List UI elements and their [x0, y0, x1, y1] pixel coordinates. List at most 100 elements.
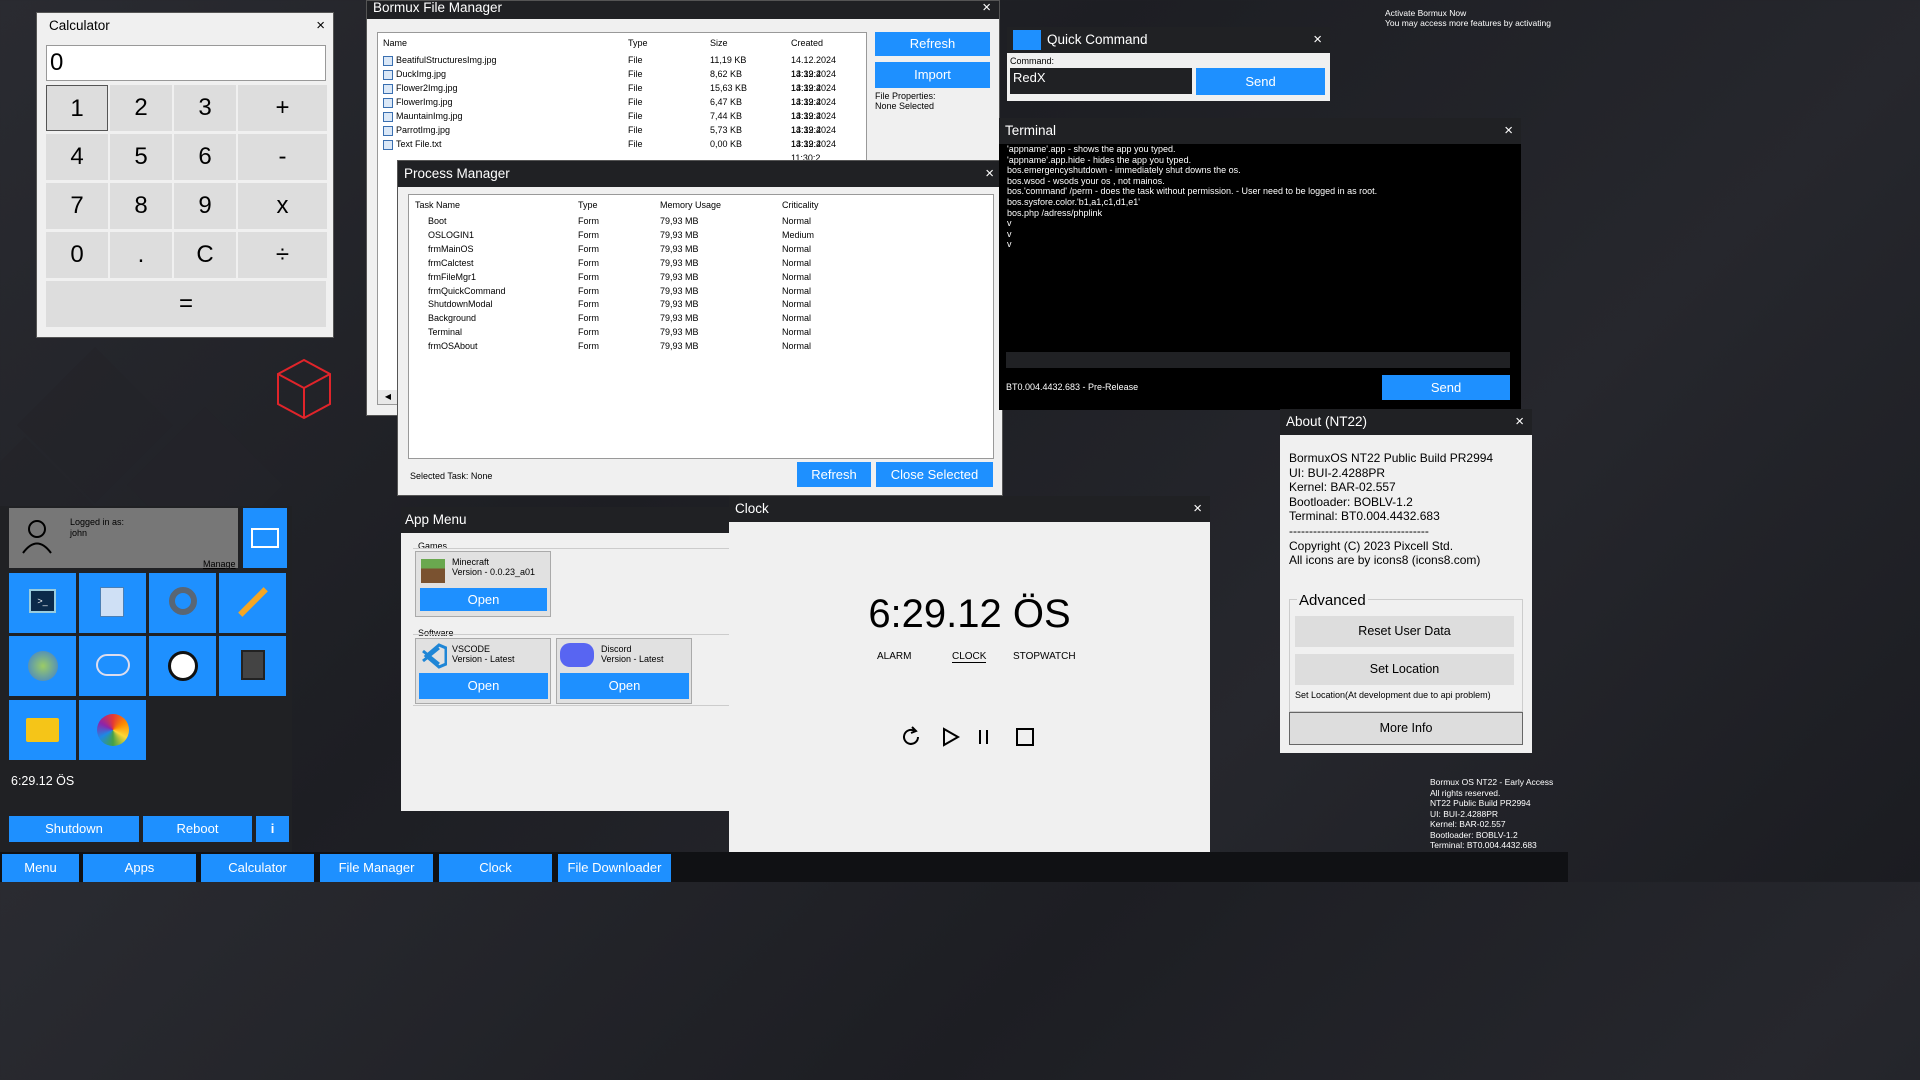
close-icon[interactable]: × [985, 161, 994, 187]
process-name[interactable]: ShutdownModal [428, 297, 493, 311]
calculator-display[interactable]: 0 [46, 45, 326, 81]
process-name[interactable]: frmOSAbout [428, 339, 478, 353]
column-header-size[interactable]: Size [710, 38, 728, 48]
close-icon[interactable]: × [1515, 409, 1524, 435]
clock-tile[interactable] [149, 636, 216, 696]
user-panel[interactable]: Logged in as: john Manage [9, 508, 238, 569]
calc-key[interactable]: 6 [174, 134, 236, 180]
close-selected-button[interactable]: Close Selected [876, 462, 993, 487]
play-icon[interactable] [941, 727, 961, 747]
calc-key[interactable]: 0 [46, 232, 108, 278]
column-header-task-name[interactable]: Task Name [415, 200, 460, 210]
terminal-tile[interactable]: >_ [9, 573, 76, 633]
file-row-name[interactable]: FlowerImg.jpg [383, 95, 453, 109]
taskbar-button[interactable]: File Manager [320, 854, 433, 882]
set-location-button[interactable]: Set Location [1295, 654, 1514, 685]
taskbar-button[interactable]: File Downloader [558, 854, 671, 882]
import-button[interactable]: Import [875, 62, 990, 88]
manage-link[interactable]: Manage [203, 559, 236, 569]
open-vscode-button[interactable]: Open [419, 673, 548, 699]
process-name[interactable]: Background [428, 311, 476, 325]
process-name[interactable]: frmCalctest [428, 256, 474, 270]
reset-icon[interactable] [900, 726, 922, 748]
calc-key[interactable]: ÷ [238, 232, 327, 278]
settings-tile[interactable] [149, 573, 216, 633]
color-picker-tile[interactable] [79, 700, 146, 760]
terminal-input[interactable] [1006, 352, 1510, 368]
command-input[interactable]: RedX [1010, 68, 1192, 94]
close-icon[interactable]: × [316, 13, 325, 39]
process-name[interactable]: Terminal [428, 325, 462, 339]
column-header-criticality[interactable]: Criticality [782, 200, 819, 210]
info-button[interactable]: i [256, 816, 289, 842]
column-header-type[interactable]: Type [578, 200, 598, 210]
games-label: Games [418, 541, 448, 551]
file-row-name[interactable]: ParrotImg.jpg [383, 123, 450, 137]
calc-key[interactable]: x [238, 183, 327, 229]
calc-key[interactable]: + [238, 85, 327, 131]
process-name[interactable]: frmQuickCommand [428, 284, 506, 298]
calc-key[interactable]: 4 [46, 134, 108, 180]
list-view-tile[interactable] [243, 508, 287, 568]
shutdown-button[interactable]: Shutdown [9, 816, 139, 842]
calc-key[interactable]: C [174, 232, 236, 278]
column-header-type[interactable]: Type [628, 38, 648, 48]
taskbar-button[interactable]: Clock [439, 854, 552, 882]
about-line: Bootloader: BOBLV-1.2 [1289, 494, 1413, 509]
alarm-tab[interactable]: ALARM [877, 651, 911, 662]
taskbar-button[interactable]: Menu [2, 854, 79, 882]
column-header-name[interactable]: Name [383, 38, 407, 48]
calc-key[interactable]: 9 [174, 183, 236, 229]
calc-key[interactable]: 7 [46, 183, 108, 229]
close-icon[interactable]: × [1193, 496, 1202, 522]
notepad-tile[interactable] [79, 573, 146, 633]
file-row-name[interactable]: Text File.txt [383, 137, 442, 151]
calc-key[interactable]: 2 [110, 85, 172, 131]
column-header-memory[interactable]: Memory Usage [660, 200, 721, 210]
refresh-button[interactable]: Refresh [875, 32, 990, 56]
stop-icon[interactable] [1015, 727, 1035, 747]
more-info-button[interactable]: More Info [1289, 712, 1523, 745]
close-icon[interactable]: × [1504, 118, 1513, 144]
send-button[interactable]: Send [1382, 375, 1510, 400]
column-header-created[interactable]: Created [791, 38, 823, 48]
scroll-left-button[interactable]: ◀ [378, 390, 398, 404]
paint-tile[interactable] [219, 573, 286, 633]
process-name[interactable]: frmMainOS [428, 242, 474, 256]
pause-icon[interactable] [974, 727, 994, 747]
taskbar-button[interactable]: Calculator [201, 854, 314, 882]
logged-in-label: Logged in as: [70, 517, 125, 527]
file-row-name[interactable]: DuckImg.jpg [383, 67, 446, 81]
calc-key[interactable]: 1 [46, 85, 108, 131]
calc-key[interactable]: = [46, 281, 326, 327]
file-manager-tile[interactable] [9, 700, 76, 760]
process-list[interactable]: Task Name Type Memory Usage Criticality … [408, 194, 994, 459]
calculator-tile[interactable] [219, 636, 286, 696]
calc-key[interactable]: . [110, 232, 172, 278]
calc-key[interactable]: 3 [174, 85, 236, 131]
stopwatch-tab[interactable]: STOPWATCH [1013, 651, 1076, 662]
process-name[interactable]: frmFileMgr1 [428, 270, 476, 284]
close-icon[interactable]: × [1313, 27, 1322, 53]
file-row-name[interactable]: BeatifulStructuresImg.jpg [383, 53, 497, 67]
downloader-tile[interactable] [79, 636, 146, 696]
refresh-button[interactable]: Refresh [797, 462, 871, 487]
taskbar-button[interactable]: Apps [83, 854, 196, 882]
clock-tab[interactable]: CLOCK [952, 651, 987, 663]
process-name[interactable]: OSLOGIN1 [428, 228, 474, 242]
calc-key[interactable]: 5 [110, 134, 172, 180]
browser-tile[interactable] [9, 636, 76, 696]
open-discord-button[interactable]: Open [560, 673, 689, 699]
process-name[interactable]: Boot [428, 214, 447, 228]
reboot-button[interactable]: Reboot [143, 816, 252, 842]
open-minecraft-button[interactable]: Open [420, 588, 547, 611]
build-info-line: UI: BUI-2.4288PR [1430, 808, 1499, 819]
send-button[interactable]: Send [1196, 68, 1325, 95]
file-row-name[interactable]: Flower2Img.jpg [383, 81, 458, 95]
calc-key[interactable]: - [238, 134, 327, 180]
calc-key[interactable]: 8 [110, 183, 172, 229]
about-line: ----------------------------------- [1289, 523, 1429, 538]
close-icon[interactable]: × [982, 0, 991, 15]
reset-user-data-button[interactable]: Reset User Data [1295, 616, 1514, 647]
file-row-name[interactable]: MauntainImg.jpg [383, 109, 463, 123]
